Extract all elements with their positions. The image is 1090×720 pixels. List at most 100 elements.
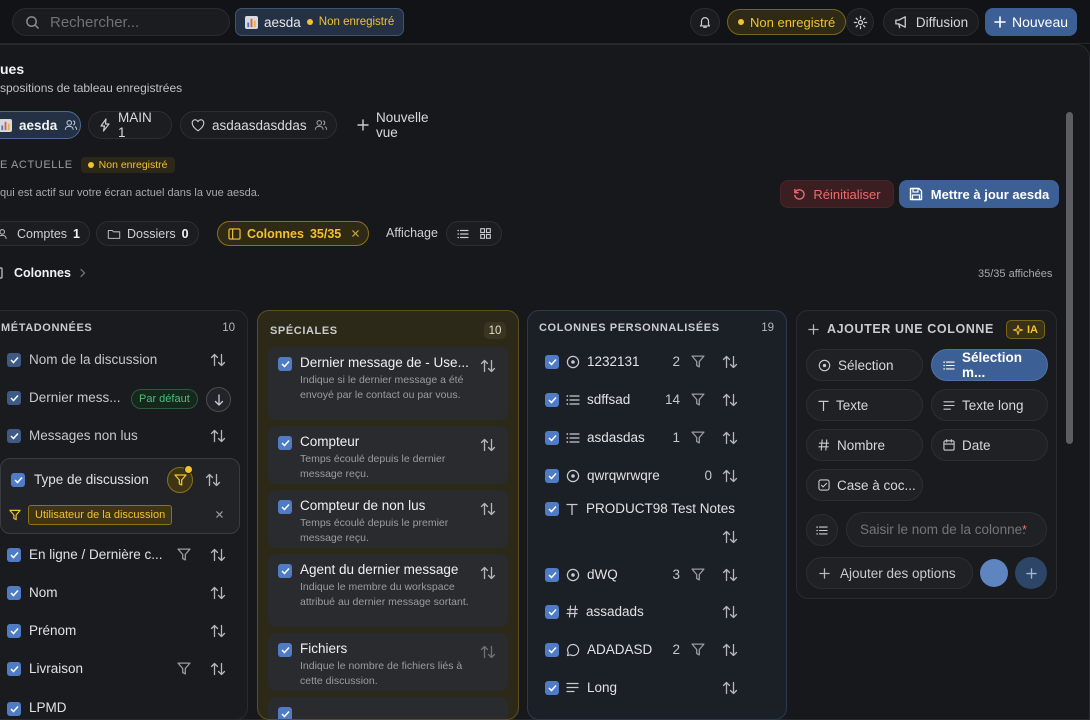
sort-icon[interactable] <box>480 359 496 373</box>
checkbox[interactable] <box>545 567 559 582</box>
checkbox[interactable] <box>7 428 21 443</box>
sort-icon[interactable] <box>210 624 226 638</box>
list-item[interactable]: Nom <box>7 585 58 600</box>
new-button[interactable]: Nouveau <box>985 8 1077 36</box>
sort-icon[interactable] <box>722 355 738 369</box>
add-options-button[interactable]: Ajouter des options <box>806 557 973 589</box>
checkbox[interactable] <box>7 352 21 367</box>
filter-icon[interactable] <box>691 568 705 581</box>
sort-icon[interactable] <box>722 431 738 445</box>
checkbox[interactable] <box>278 436 292 450</box>
sort-icon[interactable] <box>722 681 738 695</box>
search-input[interactable] <box>50 13 210 31</box>
type-number-button[interactable]: Nombre <box>806 429 923 461</box>
checkbox[interactable] <box>545 354 559 369</box>
sort-icon[interactable] <box>210 662 226 676</box>
sort-icon[interactable] <box>480 645 496 659</box>
sort-icon[interactable] <box>210 548 226 562</box>
sort-icon[interactable] <box>722 568 738 582</box>
filter-colonnes[interactable]: Colonnes 35/35 <box>217 221 369 246</box>
checkbox[interactable] <box>545 501 559 516</box>
close-icon[interactable] <box>215 510 224 519</box>
new-view-button[interactable]: Nouvelle vue <box>346 110 464 140</box>
column-name-input[interactable] <box>860 522 1028 537</box>
checkbox[interactable] <box>545 642 559 657</box>
view-tab-main1[interactable]: MAIN 1 <box>88 110 172 140</box>
update-view-button[interactable]: Mettre à jour aesda <box>899 180 1059 208</box>
search-bar[interactable] <box>12 8 230 36</box>
type-select-button[interactable]: Sélection <box>806 349 923 381</box>
view-tab-asdaasdasddas[interactable]: asdaasdasddas <box>180 111 337 139</box>
sort-icon[interactable] <box>480 566 496 580</box>
sort-icon[interactable] <box>722 605 738 619</box>
sort-icon[interactable] <box>722 469 738 483</box>
sort-icon[interactable] <box>210 353 226 367</box>
list-item[interactable]: sdffsad <box>545 392 630 407</box>
sort-desc-button[interactable] <box>206 387 231 412</box>
checkbox[interactable] <box>7 547 21 562</box>
column-type-indicator[interactable] <box>806 514 838 546</box>
scrollbar[interactable] <box>1066 112 1073 444</box>
type-checkbox-button[interactable]: Case à coc... <box>806 469 923 501</box>
checkbox[interactable] <box>7 661 21 676</box>
list-item[interactable]: Livraison <box>7 661 83 676</box>
type-date-button[interactable]: Date <box>931 429 1048 461</box>
filter-icon[interactable] <box>691 393 705 406</box>
sort-icon[interactable] <box>210 586 226 600</box>
filter-icon[interactable] <box>691 355 705 368</box>
list-item[interactable]: Nom de la discussion <box>7 352 157 367</box>
list-item[interactable]: qwrqwrwqre <box>545 468 660 483</box>
special-card[interactable]: Fichiers Indique le nombre de fichiers l… <box>268 633 508 691</box>
sort-icon[interactable] <box>480 502 496 516</box>
ai-button[interactable]: IA <box>1006 320 1045 339</box>
list-item[interactable]: LPMD <box>7 700 67 720</box>
notifications-button[interactable] <box>690 8 720 36</box>
checkbox[interactable] <box>545 604 559 619</box>
sort-icon[interactable] <box>480 438 496 452</box>
checkbox[interactable] <box>278 643 292 657</box>
special-card[interactable]: Dernier message de - Use... Indique si l… <box>268 347 508 420</box>
checkbox[interactable] <box>278 564 292 578</box>
filter-icon[interactable] <box>177 548 191 561</box>
filter-comptes[interactable]: Comptes 1 <box>0 221 90 246</box>
list-item[interactable]: asdasdas <box>545 430 645 445</box>
filter-dossiers[interactable]: Dossiers 0 <box>96 221 199 246</box>
list-item[interactable]: dWQ <box>545 567 618 582</box>
reset-button[interactable]: Réinitialiser <box>780 180 894 208</box>
checkbox[interactable] <box>7 702 21 716</box>
checkbox[interactable] <box>278 500 292 514</box>
sort-icon[interactable] <box>205 473 221 487</box>
view-tab-aesda[interactable]: aesda <box>0 111 81 139</box>
filter-icon[interactable] <box>177 662 191 675</box>
columns-section-header[interactable]: Colonnes <box>0 266 86 280</box>
confirm-add-button[interactable] <box>1015 557 1047 589</box>
column-name-field[interactable]: * <box>846 512 1047 547</box>
special-card[interactable]: Compteur Temps écoulé depuis le dernier … <box>268 426 508 484</box>
diffusion-button[interactable]: Diffusion <box>883 8 979 36</box>
list-item[interactable]: Long <box>545 680 617 695</box>
checkbox[interactable] <box>7 390 21 405</box>
filter-icon[interactable] <box>691 431 705 444</box>
option-color-picker[interactable] <box>980 559 1008 587</box>
sort-icon[interactable] <box>210 429 226 443</box>
type-multi-select-button[interactable]: Sélection m... <box>931 349 1048 381</box>
special-card[interactable]: Agent du dernier message Indique le memb… <box>268 554 508 627</box>
special-card[interactable] <box>268 697 508 719</box>
current-view-chip[interactable]: aesda Non enregistré <box>235 8 405 36</box>
checkbox[interactable] <box>278 707 292 719</box>
checkbox[interactable] <box>545 468 559 483</box>
list-item[interactable]: 1232131 <box>545 354 640 369</box>
checkbox[interactable] <box>545 680 559 695</box>
list-view-icon[interactable] <box>457 229 469 239</box>
unsaved-status-pill[interactable]: Non enregistré <box>727 9 847 35</box>
checkbox[interactable] <box>278 357 292 371</box>
filter-icon[interactable] <box>691 643 705 656</box>
sort-icon[interactable] <box>722 393 738 407</box>
settings-button[interactable] <box>846 8 874 36</box>
checkbox[interactable] <box>545 430 559 445</box>
type-long-text-button[interactable]: Texte long <box>931 389 1048 421</box>
checkbox[interactable] <box>545 392 559 407</box>
list-item[interactable]: Messages non lus <box>7 428 138 443</box>
checkbox[interactable] <box>7 623 21 638</box>
list-item[interactable]: Prénom <box>7 623 76 638</box>
